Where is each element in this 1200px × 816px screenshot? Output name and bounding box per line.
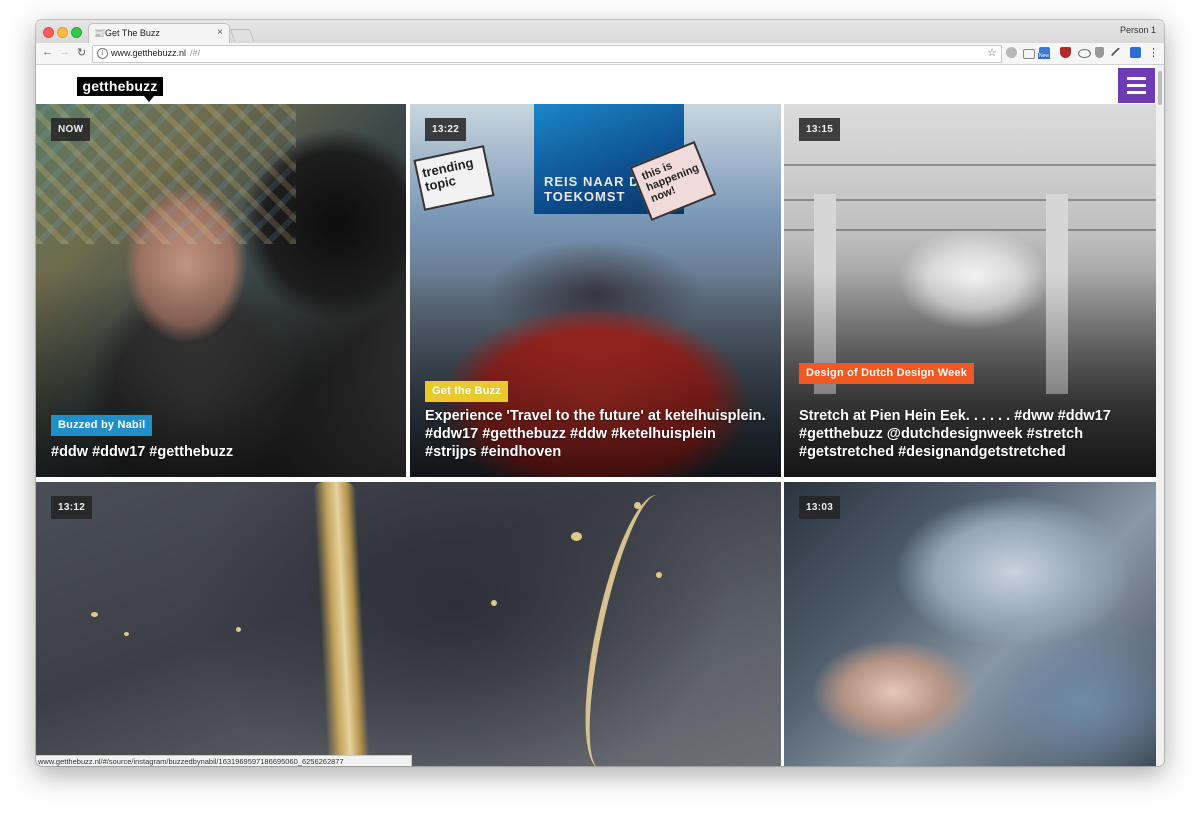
page-content: getthebuzz NOW Buzzed by Nabil #ddw #ddw…: [36, 65, 1164, 766]
extension-cast-icon[interactable]: [1023, 49, 1035, 59]
card-caption: Stretch at Pien Hein Eek. . . . . . #dww…: [799, 408, 1111, 460]
time-badge: 13:15: [799, 118, 841, 141]
url-path: /#/: [190, 48, 201, 58]
window-maximize-button[interactable]: [71, 27, 82, 38]
time-badge: 13:22: [425, 118, 467, 141]
buzz-card[interactable]: NOW Buzzed by Nabil #ddw #ddw17 #gettheb…: [36, 104, 406, 477]
profile-button[interactable]: Person 1: [1120, 25, 1156, 35]
forward-arrow-icon[interactable]: →: [59, 46, 70, 58]
tab-title: Get The Buzz: [105, 28, 160, 38]
buzz-card[interactable]: 13:03: [784, 482, 1156, 766]
logo-speech-tail: [144, 96, 154, 102]
card-caption: Experience 'Travel to the future' at ket…: [425, 408, 766, 460]
buzz-card[interactable]: REIS NAAR DE TOEKOMST trending topic thi…: [410, 104, 781, 477]
kebab-menu-icon[interactable]: ⋮: [1148, 46, 1159, 59]
tab-close-icon[interactable]: ×: [217, 27, 223, 38]
info-icon[interactable]: i: [97, 48, 108, 59]
gold-paint-streak: [313, 482, 371, 766]
extension-cloud-icon[interactable]: [1006, 47, 1017, 58]
time-badge: 13:03: [799, 496, 841, 519]
reload-icon[interactable]: ↻: [77, 46, 86, 59]
extension-ghostery-icon[interactable]: [1095, 47, 1104, 58]
source-tag[interactable]: Design of Dutch Design Week: [799, 363, 975, 384]
time-badge: NOW: [51, 118, 91, 141]
extension-eyedropper-icon[interactable]: [1110, 47, 1122, 58]
browser-window: 📰 Get The Buzz × Person 1 ← → ↻ i www.ge…: [36, 20, 1164, 766]
window-close-button[interactable]: [43, 27, 54, 38]
gold-paint-streak: [567, 488, 691, 766]
trending-topic-sign: trending topic: [413, 145, 495, 211]
status-bar-url: www.getthebuzz.nl/#/source/instagram/buz…: [36, 755, 412, 766]
page-scrollbar[interactable]: [1156, 65, 1164, 766]
new-tab-button[interactable]: [229, 29, 255, 41]
buzz-card[interactable]: 13:15 Design of Dutch Design Week Stretc…: [784, 104, 1156, 477]
buzz-card[interactable]: 13:12: [36, 482, 781, 766]
tab-strip: 📰 Get The Buzz × Person 1: [36, 20, 1164, 44]
browser-toolbar: ← → ↻ i www.getthebuzz.nl /#/ ☆ New ⋮: [36, 43, 1164, 65]
source-tag[interactable]: Get the Buzz: [425, 381, 509, 402]
extension-shield-icon[interactable]: [1060, 47, 1071, 58]
source-tag[interactable]: Buzzed by Nabil: [51, 415, 153, 436]
url-host: www.getthebuzz.nl: [111, 48, 187, 58]
scrollbar-thumb[interactable]: [1158, 71, 1162, 105]
extension-screenshot-icon[interactable]: [1130, 47, 1141, 58]
extension-new-icon[interactable]: New: [1038, 47, 1051, 59]
card-caption: #ddw #ddw17 #getthebuzz: [51, 444, 234, 460]
star-icon[interactable]: ☆: [987, 46, 997, 59]
extension-eye-icon[interactable]: [1078, 49, 1091, 58]
site-logo[interactable]: getthebuzz: [77, 77, 163, 96]
address-bar[interactable]: i www.getthebuzz.nl /#/ ☆: [92, 45, 1002, 63]
site-favicon-icon: 📰: [94, 28, 106, 38]
window-minimize-button[interactable]: [57, 27, 68, 38]
back-arrow-icon[interactable]: ←: [42, 46, 53, 58]
time-badge: 13:12: [51, 496, 93, 519]
hamburger-icon[interactable]: [1118, 68, 1155, 103]
browser-tab[interactable]: 📰 Get The Buzz ×: [88, 23, 230, 44]
